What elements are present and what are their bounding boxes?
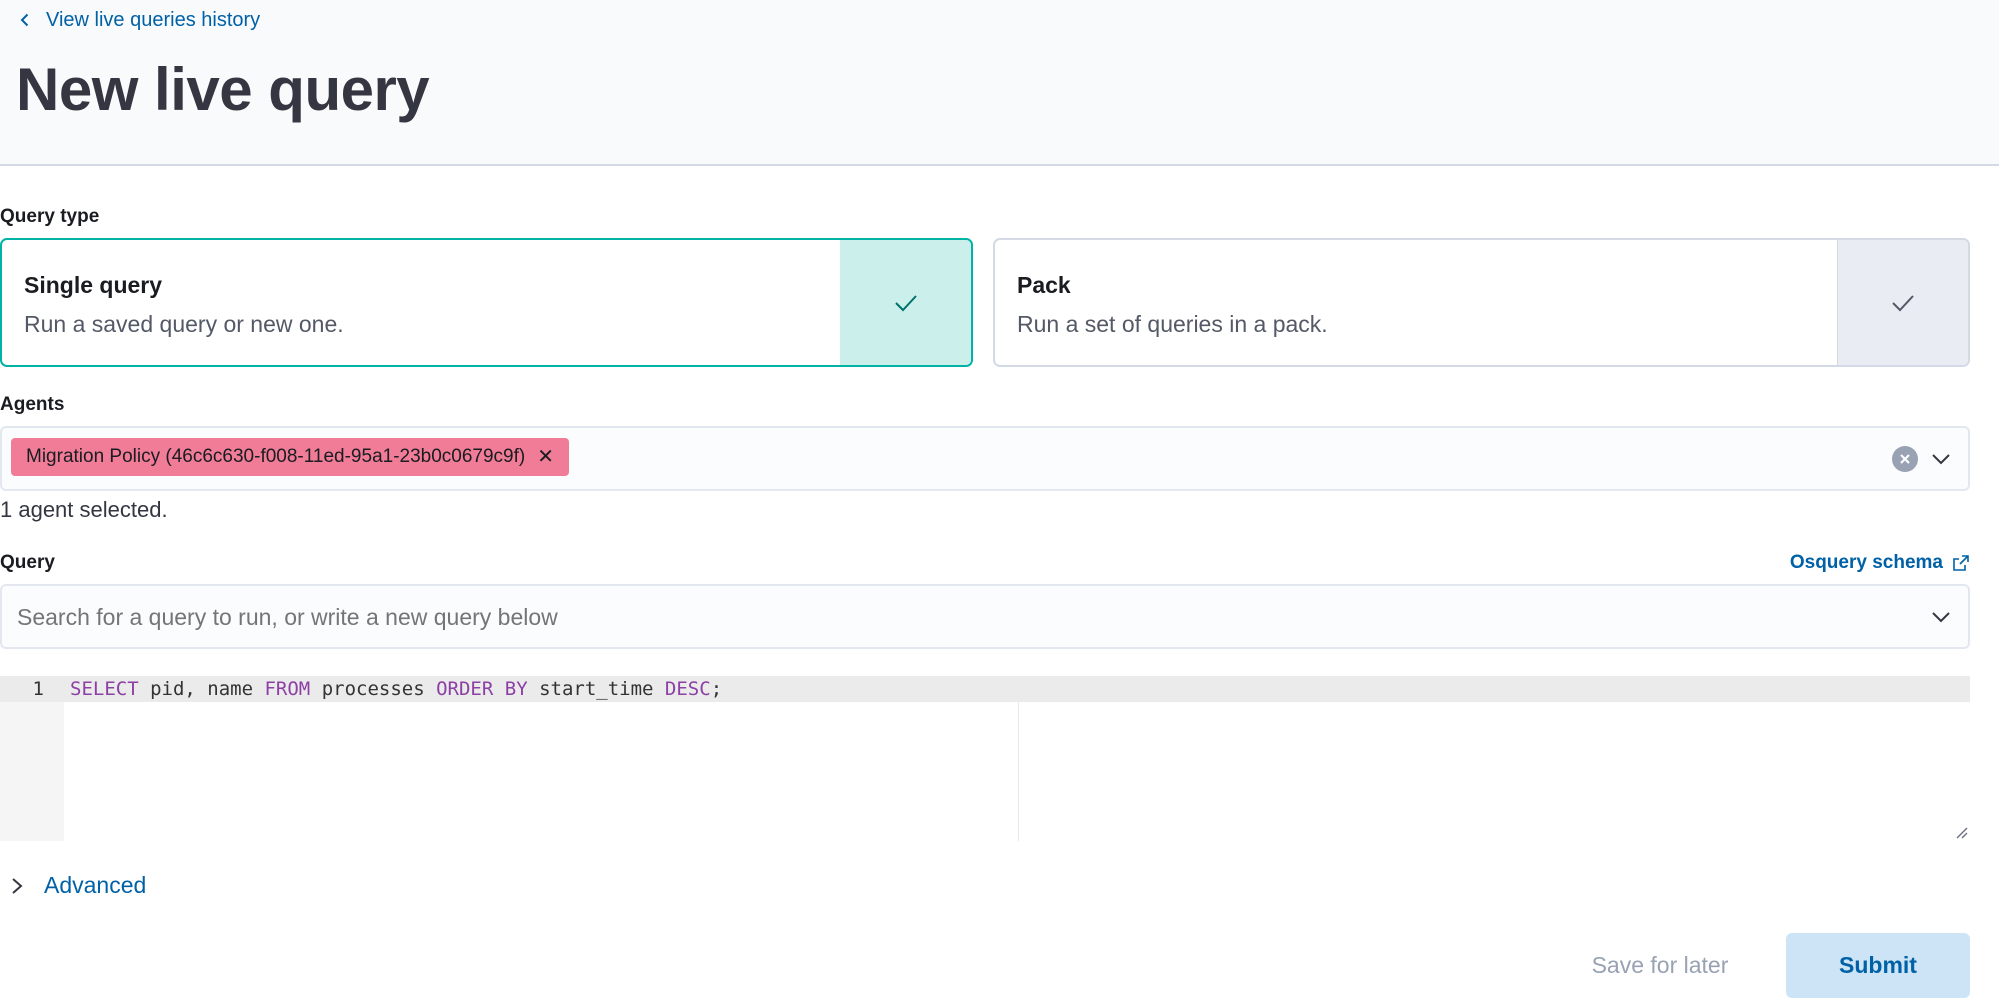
page-title: New live query [16,56,430,123]
pack-title: Pack [1017,272,1071,298]
clear-selection-icon[interactable] [1892,446,1918,472]
code-editor[interactable]: 1 SELECT pid, name FROM processes ORDER … [0,676,1970,841]
query-type-label: Query type [0,206,100,227]
query-search-combobox[interactable] [0,584,1970,649]
submit-button[interactable]: Submit [1786,933,1970,998]
check-icon [1892,294,1914,311]
view-history-link[interactable]: View live queries history [18,6,260,34]
query-search-input[interactable] [17,604,1897,631]
pack-description: Run a set of queries in a pack. [1017,311,1328,337]
chevron-down-icon[interactable] [1930,448,1952,470]
code-token: ; [710,678,723,700]
resize-handle-icon[interactable] [1954,825,1968,839]
code-token: pid, name [138,678,265,700]
check-icon [894,294,917,311]
osquery-schema-label: Osquery schema [1789,552,1943,573]
save-for-later-button[interactable]: Save for later [1565,933,1755,997]
sql-keyword: BY [504,678,528,700]
external-link-icon [1953,555,1969,571]
advanced-toggle[interactable]: Advanced [10,872,146,899]
chevron-left-icon [20,13,29,27]
single-query-card-body: Single query Run a saved query or new on… [2,240,840,365]
osquery-schema-link[interactable]: Osquery schema [1790,552,1969,574]
pack-card-body: Pack Run a set of queries in a pack. [995,240,1837,365]
agents-label: Agents [0,394,65,415]
code-token: start_time [527,678,665,700]
sql-keyword: ORDER [436,678,494,700]
single-query-card[interactable]: Single query Run a saved query or new on… [0,238,973,367]
sql-keyword: DESC [664,678,711,700]
agents-combobox[interactable]: Migration Policy (46c6c630-f008-11ed-95a… [0,426,1970,491]
line-number: 1 [32,678,44,700]
agent-chip-label: Migration Policy (46c6c630-f008-11ed-95a… [26,446,526,467]
agent-chip: Migration Policy (46c6c630-f008-11ed-95a… [11,438,569,476]
code-line[interactable]: SELECT pid, name FROM processes ORDER BY… [70,676,722,702]
query-label: Query [0,552,55,573]
pack-check-area [1837,240,1968,365]
sql-keyword: FROM [264,678,311,700]
sql-keyword: SELECT [70,678,139,700]
agents-help-text: 1 agent selected. [0,497,168,522]
pack-card[interactable]: Pack Run a set of queries in a pack. [993,238,1970,367]
single-query-check-area [840,240,971,365]
single-query-description: Run a saved query or new one. [24,311,344,337]
chevron-down-icon[interactable] [1930,606,1952,628]
chevron-right-icon [12,877,23,894]
view-history-link-label: View live queries history [46,8,261,31]
advanced-label: Advanced [44,872,147,898]
remove-agent-icon[interactable]: ✕ [537,447,554,467]
code-token: processes [310,678,437,700]
print-margin [1018,702,1019,841]
single-query-title: Single query [24,272,163,298]
page-header: View live queries history New live query [0,0,1999,166]
